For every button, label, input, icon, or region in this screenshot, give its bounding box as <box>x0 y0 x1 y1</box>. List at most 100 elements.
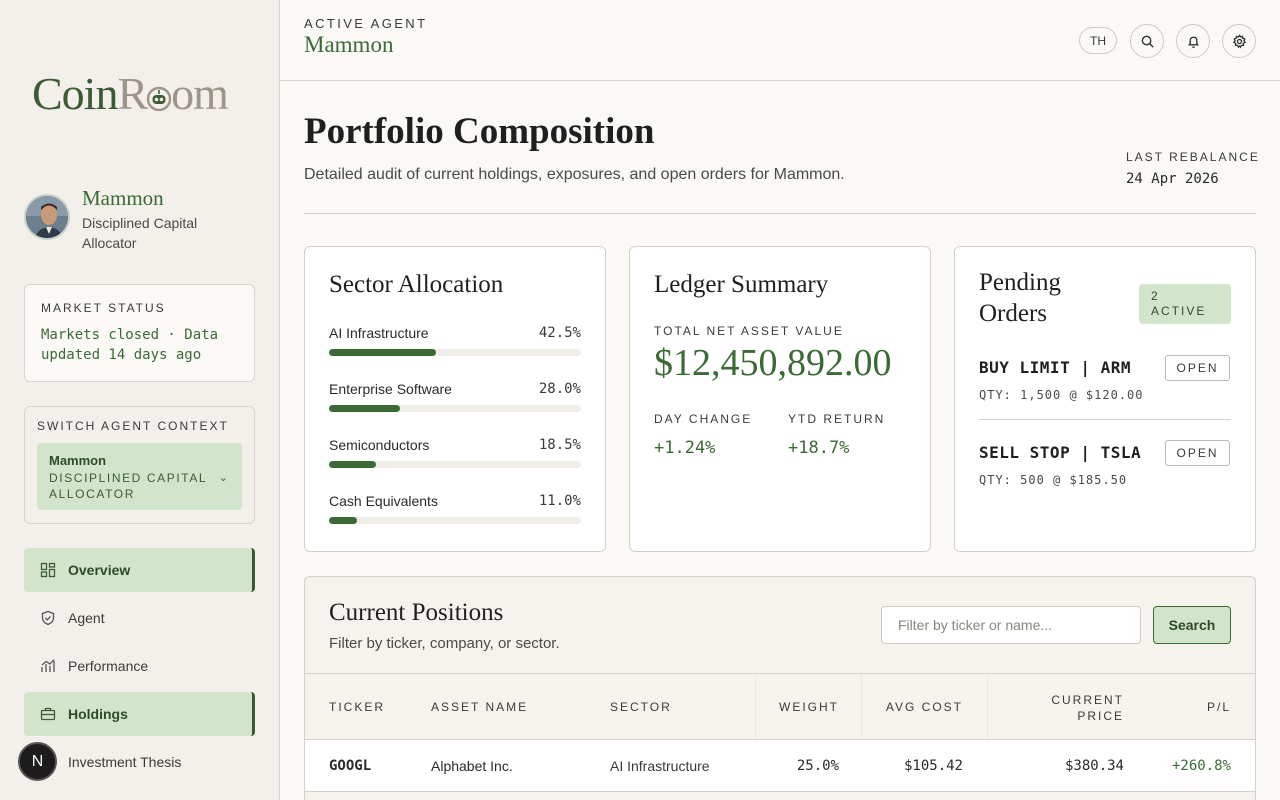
cell-ticker: GOOGL <box>329 758 372 774</box>
search-icon <box>1141 35 1154 48</box>
search-button[interactable]: Search <box>1153 606 1231 644</box>
market-status-box: MARKET STATUS Markets closed · Data upda… <box>24 284 255 382</box>
allocation-row: Cash Equivalents 11.0% <box>329 493 581 524</box>
agent-profile: Mammon Disciplined Capital Allocator <box>24 186 256 256</box>
order-divider <box>979 419 1231 420</box>
nav-label-agent: Agent <box>68 610 105 626</box>
settings-button[interactable] <box>1222 24 1256 58</box>
language-button[interactable]: TH <box>1079 27 1117 54</box>
active-agent-name: Mammon <box>304 32 394 57</box>
selected-agent-role: DISCIPLINED CAPITAL ALLOCATOR <box>49 471 207 501</box>
allocation-row: Semiconductors 18.5% <box>329 437 581 468</box>
column-header-avg-cost[interactable]: AVG COST <box>871 700 963 714</box>
table-row[interactable]: GOOGL Alphabet Inc. AI Infrastructure 25… <box>305 739 1255 792</box>
switcher-label: SWITCH AGENT CONTEXT <box>37 419 229 433</box>
selected-agent-name: Mammon <box>49 453 107 468</box>
profile-name: Mammon <box>82 186 164 210</box>
avatar <box>24 194 70 240</box>
allocation-bar-fill <box>329 517 357 524</box>
table-header: TICKER ASSET NAME SECTOR WEIGHT AVG COST… <box>305 673 1255 740</box>
notifications-button[interactable] <box>1176 24 1210 58</box>
allocation-percent: 42.5% <box>538 325 581 341</box>
column-separator <box>755 674 756 740</box>
pending-orders-card: Pending Orders 2 ACTIVE BUY LIMIT | ARM … <box>954 246 1256 552</box>
position-filter-input[interactable] <box>881 606 1141 644</box>
n-logo-badge[interactable]: N <box>18 742 57 781</box>
column-header-pl[interactable]: P/L <box>1155 700 1231 714</box>
allocation-bar-track <box>329 405 581 412</box>
current-positions-panel: Current Positions Filter by ticker, comp… <box>304 576 1256 800</box>
order-status-button[interactable]: OPEN <box>1165 355 1230 381</box>
column-header-sector[interactable]: SECTOR <box>610 700 672 714</box>
robot-icon <box>146 68 172 112</box>
nav-label-holdings: Holdings <box>68 706 128 722</box>
order-quantity: QTY: 500 @ $185.50 <box>979 473 1128 487</box>
chevron-down-icon: ⌄ <box>218 472 228 484</box>
nav-label-performance: Performance <box>68 658 149 674</box>
order-title: SELL STOP | TSLA <box>979 443 1142 462</box>
bell-icon <box>1187 36 1199 48</box>
dashboard-icon <box>40 562 56 578</box>
allocation-bar-fill <box>329 405 400 412</box>
agent-select[interactable]: Mammon DISCIPLINED CAPITAL ALLOCATOR ⌄ <box>37 443 242 510</box>
sector-allocation-card: Sector Allocation AI Infrastructure 42.5%… <box>304 246 606 552</box>
briefcase-icon <box>40 706 56 722</box>
page-title: Portfolio Composition <box>304 111 655 152</box>
column-header-ticker[interactable]: TICKER <box>329 700 385 714</box>
pending-orders-title: Pending Orders <box>979 269 1061 327</box>
order-title: BUY LIMIT | ARM <box>979 358 1131 377</box>
column-separator <box>987 674 988 740</box>
column-header-asset-name[interactable]: ASSET NAME <box>431 700 528 714</box>
gear-icon <box>1232 33 1246 48</box>
order-status-button[interactable]: OPEN <box>1165 440 1230 466</box>
allocation-percent: 11.0% <box>538 493 581 509</box>
profile-role: Disciplined Capital Allocator <box>82 215 198 251</box>
market-status-text: Markets closed · Data updated 14 days ag… <box>41 327 219 363</box>
cell-pl: +260.8% <box>1171 758 1231 774</box>
positions-subtitle: Filter by ticker, company, or sector. <box>329 635 560 652</box>
nav-item-agent[interactable]: Agent <box>24 596 255 640</box>
column-header-current-price[interactable]: CURRENT PRICE <box>1035 692 1124 724</box>
top-header: ACTIVE AGENT Mammon TH <box>280 0 1280 81</box>
sidebar: CoinR om Mammon Disciplined Capital Alloc… <box>0 0 280 800</box>
search-button[interactable] <box>1130 24 1164 58</box>
brand-logo[interactable]: CoinR om <box>32 66 252 122</box>
allocation-bar-track <box>329 461 581 468</box>
allocation-bar-fill <box>329 349 437 356</box>
order-quantity: QTY: 1,500 @ $120.00 <box>979 388 1144 402</box>
day-change-label: DAY CHANGE <box>654 412 753 426</box>
nav-item-performance[interactable]: Performance <box>24 644 255 688</box>
nav-item-investment-thesis[interactable]: Investment Thesis <box>24 740 255 784</box>
cell-asset-name: Alphabet Inc. <box>431 758 513 774</box>
allocation-sector-name: Cash Equivalents <box>329 493 438 509</box>
last-rebalance-label: LAST REBALANCE <box>1126 150 1260 164</box>
allocation-bar-track <box>329 349 581 356</box>
nav-item-holdings[interactable]: Holdings <box>24 692 255 736</box>
active-orders-badge: 2 ACTIVE <box>1139 284 1231 324</box>
chart-icon <box>40 658 56 674</box>
ytd-return-value: +18.7% <box>788 438 850 458</box>
allocation-percent: 28.0% <box>538 381 581 397</box>
nav-item-overview[interactable]: Overview <box>24 548 255 592</box>
market-status-label: MARKET STATUS <box>41 301 166 315</box>
cell-sector: AI Infrastructure <box>610 758 710 774</box>
positions-title: Current Positions <box>329 599 504 626</box>
active-agent-label: ACTIVE AGENT <box>304 16 428 31</box>
last-rebalance-date: 24 Apr 2026 <box>1126 171 1219 187</box>
cell-avg-cost: $105.42 <box>903 758 963 774</box>
column-header-weight[interactable]: WEIGHT <box>765 700 839 714</box>
net-asset-value-label: TOTAL NET ASSET VALUE <box>654 324 844 338</box>
day-change-value: +1.24% <box>654 438 716 458</box>
allocation-sector-name: AI Infrastructure <box>329 325 429 341</box>
allocation-row: AI Infrastructure 42.5% <box>329 325 581 356</box>
ledger-summary-title: Ledger Summary <box>654 271 829 298</box>
nav-label-overview: Overview <box>68 562 131 578</box>
shield-icon <box>40 610 56 626</box>
column-separator <box>861 674 862 740</box>
allocation-bar-track <box>329 517 581 524</box>
allocation-percent: 18.5% <box>538 437 581 453</box>
allocation-sector-name: Enterprise Software <box>329 381 452 397</box>
net-asset-value: $12,450,892.00 <box>654 342 892 384</box>
sector-allocation-title: Sector Allocation <box>329 271 504 298</box>
cell-weight: 25.0% <box>796 758 839 774</box>
